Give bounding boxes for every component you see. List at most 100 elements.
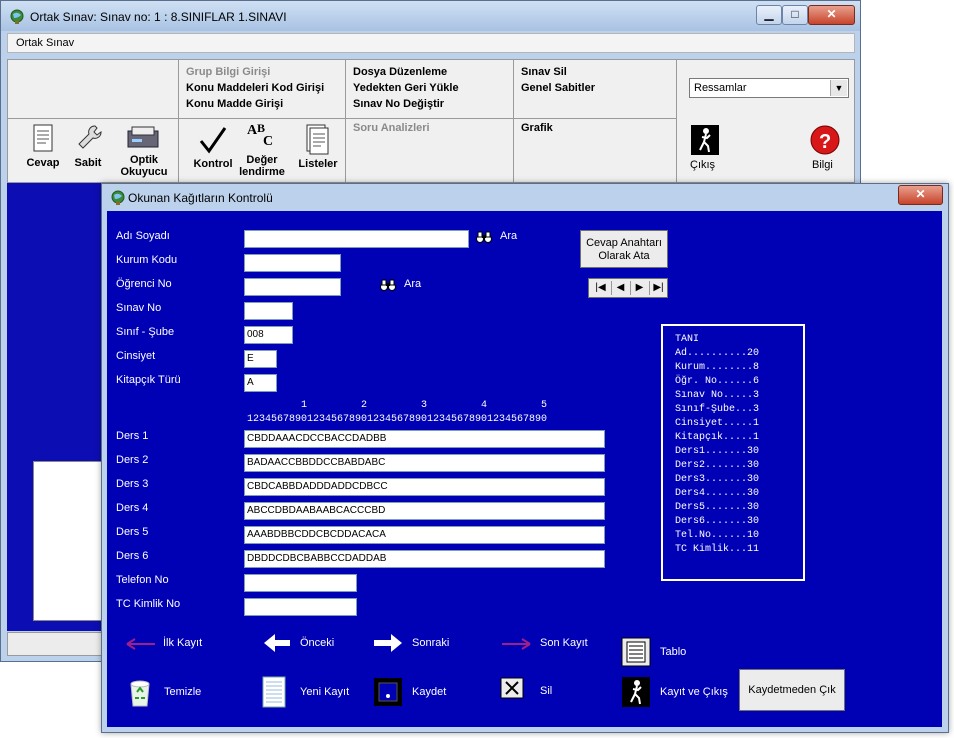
kurum-kodu-input[interactable] — [244, 254, 341, 272]
arrow-right-icon — [374, 634, 402, 652]
sabit-label: Sabit — [74, 157, 102, 169]
cevap-button[interactable]: Cevap — [22, 123, 64, 179]
yeni-kayit-button[interactable]: Yeni Kayıt — [262, 676, 352, 708]
link-soru-analizleri[interactable]: Soru Analizleri — [353, 122, 430, 134]
kitapcik-turu-input[interactable]: A — [244, 374, 277, 392]
next-record-icon[interactable]: ▶ — [630, 281, 648, 295]
last-record-icon[interactable]: ▶| — [649, 281, 667, 295]
svg-text:B: B — [257, 121, 265, 135]
ders-4-input[interactable]: ABCCDBDAABAABCACCCBD — [244, 502, 605, 520]
kaydetmeden-cik-button[interactable]: Kaydetmeden Çık — [739, 669, 845, 711]
listeler-button[interactable]: Listeler — [294, 123, 342, 179]
tani-line: Ders3.......30 — [675, 474, 760, 485]
tani-line: TANI — [675, 334, 700, 345]
scanner-icon — [127, 126, 159, 148]
link-yedekten-geri-yukle[interactable]: Yedekten Geri Yükle — [353, 82, 459, 94]
link-sinav-no-degistir[interactable]: Sınav No Değiştir — [353, 98, 444, 110]
double-arrow-left-icon — [126, 638, 155, 650]
sil-button[interactable]: Sil — [500, 677, 570, 705]
bilgi-label: Bilgi — [812, 159, 833, 171]
sinav-no-input[interactable] — [244, 302, 293, 320]
link-konu-madde-girisi[interactable]: Konu Madde Girişi — [186, 98, 283, 110]
dialog-close-button[interactable]: ✕ — [898, 185, 943, 205]
ders-1-input[interactable]: CBDDAAACDCCBACCDADBB — [244, 430, 605, 448]
temizle-button[interactable]: Temizle — [125, 676, 215, 708]
tani-line: Ders5.......30 — [675, 502, 760, 513]
first-record-icon[interactable]: |◀ — [592, 281, 609, 295]
telefon-no-input[interactable] — [244, 574, 357, 592]
onceki-button[interactable]: Önceki — [262, 632, 352, 656]
cevap-anahtari-button[interactable]: Cevap Anahtarı Olarak Ata — [580, 230, 668, 268]
kontrol-button[interactable]: Kontrol — [190, 123, 236, 179]
prev-record-icon[interactable]: ◀ — [611, 281, 629, 295]
kayit-ve-cikis-label: Kayıt ve Çıkış — [660, 686, 728, 698]
tablo-label: Tablo — [660, 646, 687, 658]
degerlendirme-button[interactable]: ABC Değer lendirme — [236, 121, 288, 181]
cinsiyet-input[interactable]: E — [244, 350, 277, 368]
temizle-label: Temizle — [164, 686, 202, 698]
ogrenci-no-input[interactable] — [244, 278, 341, 296]
son-kayit-button[interactable]: Son Kayıt — [500, 635, 600, 655]
record-navigator: |◀ ◀ ▶ ▶| — [588, 278, 668, 298]
grup-dropdown[interactable]: Ressamlar ▼ — [689, 78, 849, 98]
tani-line: Kitapçık.....1 — [675, 432, 760, 443]
binoculars-icon[interactable] — [476, 230, 492, 244]
cevap-anahtari-label-1: Cevap Anahtarı — [586, 237, 662, 249]
link-grafik[interactable]: Grafik — [521, 122, 553, 134]
cevap-anahtari-label-2: Olarak Ata — [598, 250, 650, 262]
abc-icon: A BC — [247, 121, 273, 147]
label-adi-soyadi: Adı Soyadı — [116, 230, 170, 242]
exit-door-icon — [691, 125, 719, 155]
sinif-sube-input[interactable]: 008 — [244, 326, 293, 344]
son-kayit-label: Son Kayıt — [540, 637, 588, 649]
close-button[interactable]: ✕ — [808, 5, 855, 25]
link-genel-sabitler[interactable]: Genel Sabitler — [521, 82, 595, 94]
link-grup-bilgi-girisi[interactable]: Grup Bilgi Girişi — [186, 66, 270, 78]
svg-text:C: C — [263, 134, 273, 147]
ders-5-input[interactable]: AAABDBBCDDCBCDDACACA — [244, 526, 605, 544]
onceki-label: Önceki — [300, 637, 335, 649]
exit-door-icon — [622, 677, 650, 707]
ders-3-input[interactable]: CBDCABBDADDDADDCDBCC — [244, 478, 605, 496]
ders-2-input[interactable]: BADAACCBBDDCCBABDABC — [244, 454, 605, 472]
sonraki-button[interactable]: Sonraki — [372, 632, 462, 656]
tani-line: TC Kimlik...11 — [675, 544, 760, 555]
bilgi-button[interactable]: ? Bilgi — [806, 124, 842, 176]
ders-6-input[interactable]: DBDDCDBCBABBCCDADDAB — [244, 550, 605, 568]
menu-ortak-sinav[interactable]: Ortak Sınav — [16, 37, 74, 49]
link-dosya-duzenleme[interactable]: Dosya Düzenleme — [353, 66, 447, 78]
okuyucu-label: Okuyucu — [120, 166, 168, 178]
tablo-button[interactable]: Tablo — [621, 637, 701, 669]
binoculars-icon[interactable] — [380, 278, 396, 292]
maximize-button[interactable]: □ — [782, 5, 808, 25]
link-sinav-sil[interactable]: Sınav Sil — [521, 66, 567, 78]
ilk-kayit-button[interactable]: İlk Kayıt — [125, 635, 225, 655]
ara-label-2[interactable]: Ara — [404, 278, 421, 290]
adi-soyadi-input[interactable] — [244, 230, 469, 248]
chevron-down-icon[interactable]: ▼ — [830, 80, 847, 96]
dialog-globe-icon — [110, 190, 126, 206]
sabit-button[interactable]: Sabit — [70, 123, 106, 179]
minimize-button[interactable]: ▁ — [756, 5, 782, 25]
ara-label-1[interactable]: Ara — [500, 230, 517, 242]
cikis-button[interactable]: Çıkış — [688, 124, 724, 176]
ilk-kayit-label: İlk Kayıt — [163, 637, 203, 649]
dialog-title: Okunan Kağıtların Kontrolü — [128, 191, 273, 205]
label-sinif-sube: Sınıf - Şube — [116, 326, 175, 338]
link-konu-maddeleri-kod-girisi[interactable]: Konu Maddeleri Kod Girişi — [186, 82, 324, 94]
label-ogrenci-no: Öğrenci No — [116, 278, 172, 290]
app-globe-icon — [9, 9, 25, 25]
kayit-ve-cikis-button[interactable]: Kayıt ve Çıkış — [621, 676, 731, 708]
new-document-icon — [262, 676, 286, 708]
optik-okuyucu-button[interactable]: Optik Okuyucu — [116, 123, 172, 181]
checkmark-icon — [199, 127, 227, 154]
tani-line: Sınıf-Şube...3 — [675, 404, 760, 415]
tc-kimlik-no-input[interactable] — [244, 598, 357, 616]
arrow-left-icon — [264, 634, 290, 652]
lendirme-label: lendirme — [239, 166, 285, 178]
sonraki-label: Sonraki — [412, 637, 450, 649]
tani-lines: TANI Ad..........20 Kurum........8 Öğr. … — [675, 333, 759, 557]
kaydet-button[interactable]: Kaydet — [373, 676, 463, 708]
tani-line: Ders2.......30 — [675, 460, 760, 471]
label-ders-6: Ders 6 — [116, 550, 149, 562]
